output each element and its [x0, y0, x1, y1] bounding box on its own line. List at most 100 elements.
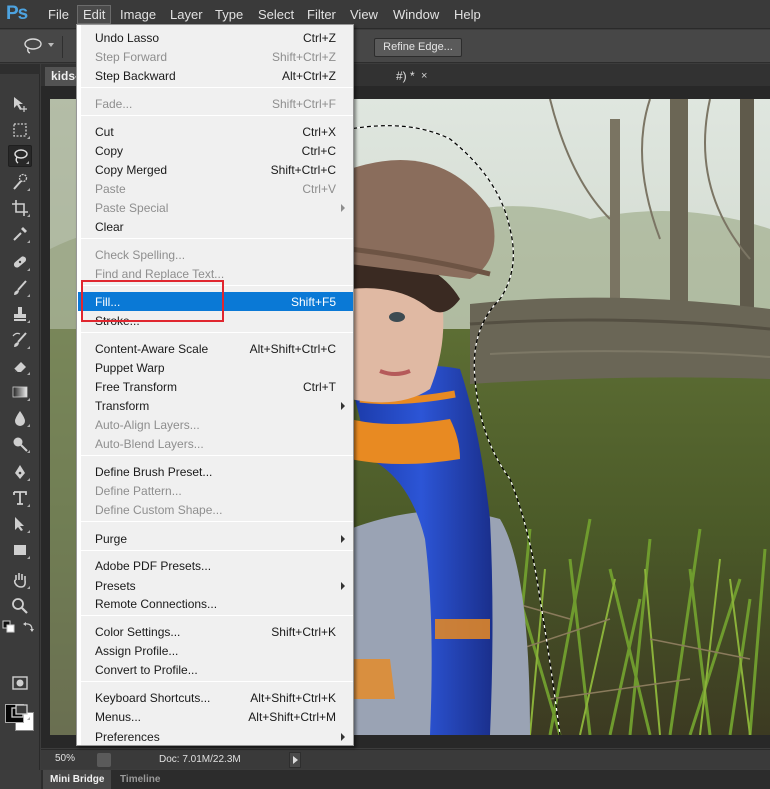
blur-icon[interactable] [8, 407, 32, 429]
menu-window[interactable]: Window [393, 7, 439, 25]
refine-edge-button[interactable]: Refine Edge... [374, 38, 462, 57]
menu-item-transform[interactable]: Transform [78, 396, 353, 415]
menu-item-copy-merged[interactable]: Copy Merged Shift+Ctrl+C [78, 160, 353, 179]
default-colors-icon[interactable] [2, 620, 16, 634]
menu-item-keyboard-shortcuts[interactable]: Keyboard Shortcuts... Alt+Shift+Ctrl+K [78, 688, 353, 707]
gradient-icon[interactable] [8, 381, 32, 403]
menu-item-free-transform[interactable]: Free Transform Ctrl+T [78, 377, 353, 396]
menu-item-label: Fade... [95, 97, 133, 111]
menu-separator [81, 238, 353, 239]
zoom-icon[interactable] [8, 595, 32, 617]
menu-item-label: Content-Aware Scale [95, 342, 209, 356]
menu-file[interactable]: File [48, 7, 69, 25]
menu-select[interactable]: Select [258, 7, 294, 25]
menu-item-label: Remote Connections... [95, 597, 218, 611]
menu-item-label: Convert to Profile... [95, 663, 198, 677]
move-icon[interactable] [8, 93, 32, 115]
status-bar: 50% Doc: 7.01M/22.3M [41, 749, 770, 769]
menu-item-purge[interactable]: Purge [78, 529, 353, 548]
submenu-arrow-icon [341, 733, 345, 741]
menu-item-label: Auto-Align Layers... [95, 418, 200, 432]
brush-icon[interactable] [8, 277, 32, 299]
menu-item-label: Paste [95, 182, 126, 196]
zoom-level[interactable]: 50% [55, 753, 75, 764]
menu-item-menus[interactable]: Menus... Alt+Shift+Ctrl+M [78, 707, 353, 726]
menu-item-auto-align-layers[interactable]: Auto-Align Layers... [78, 415, 353, 434]
menu-item-check-spelling[interactable]: Check Spelling... [78, 245, 353, 264]
menu-item-preferences[interactable]: Preferences [78, 727, 353, 746]
menu-item-adobe-pdf-presets[interactable]: Adobe PDF Presets... [78, 556, 353, 575]
menu-item-label: Transform [95, 399, 150, 413]
menu-item-fade[interactable]: Fade... Shift+Ctrl+F [78, 94, 353, 113]
menu-item-clear[interactable]: Clear [78, 217, 353, 236]
quick-mask-icon[interactable] [8, 672, 32, 694]
menu-item-define-brush-preset[interactable]: Define Brush Preset... [78, 462, 353, 481]
pen-icon[interactable] [8, 461, 32, 483]
document-tab-suffix[interactable]: #) * [396, 67, 415, 86]
menu-item-shortcut: Alt+Ctrl+Z [281, 69, 336, 83]
menu-item-shortcut: Shift+Ctrl+K [271, 625, 336, 639]
menu-item-label: Copy Merged [95, 163, 168, 177]
menu-item-paste[interactable]: Paste Ctrl+V [78, 179, 353, 198]
tab-timeline[interactable]: Timeline [113, 770, 167, 789]
eyedropper-icon[interactable] [8, 223, 32, 245]
menu-separator [81, 115, 353, 116]
menu-help[interactable]: Help [454, 7, 481, 25]
menu-item-undo-lasso[interactable]: Undo Lasso Ctrl+Z [78, 28, 353, 47]
menu-separator [81, 332, 353, 333]
preset-dropdown-icon[interactable] [48, 43, 54, 47]
history-brush-icon[interactable] [8, 329, 32, 351]
type-icon[interactable] [8, 487, 32, 509]
quick-select-icon[interactable] [8, 171, 32, 193]
menu-filter[interactable]: Filter [307, 7, 336, 25]
status-menu-arrow-icon[interactable] [289, 752, 301, 768]
menu-type[interactable]: Type [215, 7, 243, 25]
menu-item-label: Define Pattern... [95, 484, 182, 498]
menu-image[interactable]: Image [120, 7, 156, 25]
path-select-icon[interactable] [8, 513, 32, 535]
eraser-icon[interactable] [8, 355, 32, 377]
menu-item-remote-connections[interactable]: Remote Connections... [78, 594, 353, 613]
swap-colors-icon[interactable] [22, 620, 36, 634]
menu-item-label: Adobe PDF Presets... [95, 559, 212, 573]
menu-edit[interactable]: Edit [77, 5, 112, 24]
shape-icon[interactable] [8, 539, 32, 561]
menu-item-label: Clear [95, 220, 124, 234]
hand-icon[interactable] [8, 569, 32, 591]
document-close-icon[interactable]: × [421, 67, 427, 86]
menu-item-copy[interactable]: Copy Ctrl+C [78, 141, 353, 160]
menu-item-define-custom-shape[interactable]: Define Custom Shape... [78, 500, 353, 519]
menu-item-assign-profile[interactable]: Assign Profile... [78, 641, 353, 660]
menu-item-auto-blend-layers[interactable]: Auto-Blend Layers... [78, 434, 353, 453]
submenu-arrow-icon [341, 582, 345, 590]
menu-item-step-backward[interactable]: Step Backward Alt+Ctrl+Z [78, 66, 353, 85]
menu-item-shortcut: Ctrl+X [302, 125, 336, 139]
menu-item-content-aware-scale[interactable]: Content-Aware Scale Alt+Shift+Ctrl+C [78, 339, 353, 358]
tools-panel-header[interactable] [0, 64, 40, 74]
menu-item-convert-to-profile[interactable]: Convert to Profile... [78, 660, 353, 679]
submenu-arrow-icon [341, 535, 345, 543]
document-size: Doc: 7.01M/22.3M [159, 754, 241, 765]
status-info-icon[interactable] [97, 753, 111, 767]
menu-item-cut[interactable]: Cut Ctrl+X [78, 122, 353, 141]
healing-brush-icon[interactable] [8, 251, 32, 273]
lasso-preset-icon[interactable] [22, 37, 44, 55]
menu-item-define-pattern[interactable]: Define Pattern... [78, 481, 353, 500]
menu-view[interactable]: View [350, 7, 378, 25]
menu-item-shortcut: Ctrl+Z [303, 31, 336, 45]
menu-layer[interactable]: Layer [170, 7, 203, 25]
menu-item-color-settings[interactable]: Color Settings... Shift+Ctrl+K [78, 622, 353, 641]
menu-item-paste-special[interactable]: Paste Special [78, 198, 353, 217]
crop-icon[interactable] [8, 197, 32, 219]
menu-item-presets[interactable]: Presets [78, 576, 353, 595]
marquee-icon[interactable] [8, 119, 32, 141]
lasso-icon[interactable] [8, 145, 32, 167]
screen-mode-icon[interactable] [8, 700, 32, 722]
menu-item-puppet-warp[interactable]: Puppet Warp [78, 358, 353, 377]
tab-mini-bridge[interactable]: Mini Bridge [43, 770, 112, 789]
menu-separator [81, 455, 353, 456]
menu-item-label: Undo Lasso [95, 31, 160, 45]
menu-item-step-forward[interactable]: Step Forward Shift+Ctrl+Z [78, 47, 353, 66]
dodge-icon[interactable] [8, 433, 32, 455]
clone-stamp-icon[interactable] [8, 303, 32, 325]
